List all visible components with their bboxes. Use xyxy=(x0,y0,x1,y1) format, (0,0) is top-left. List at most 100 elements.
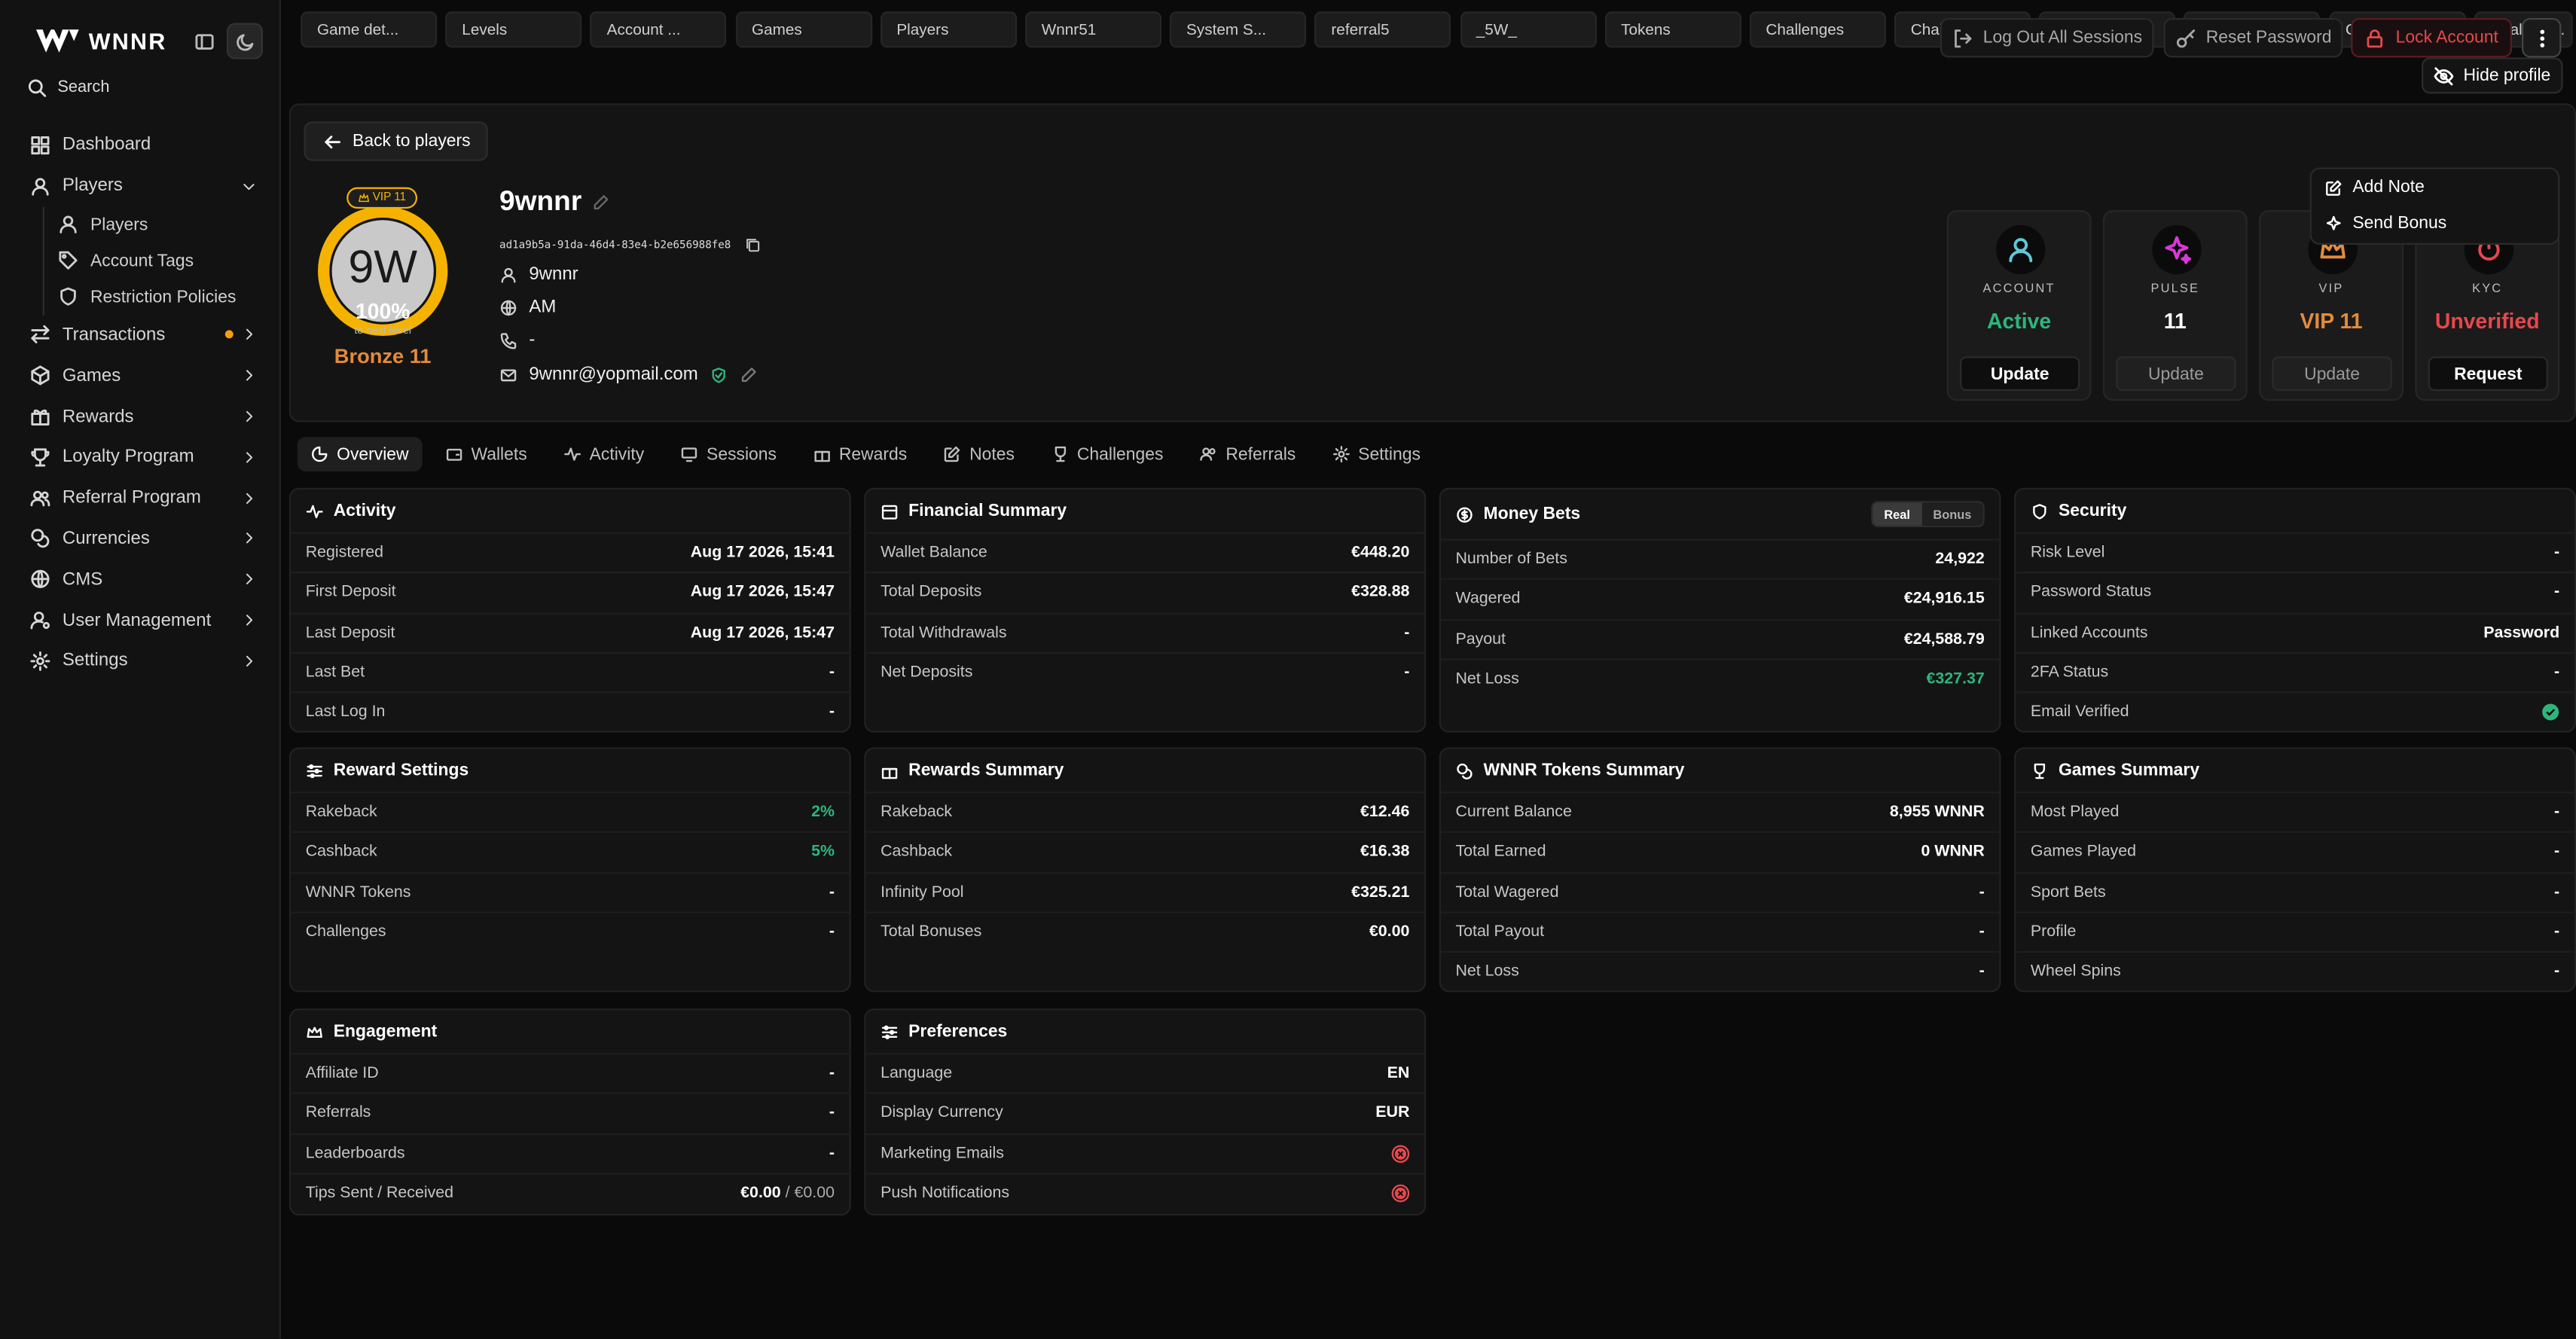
row-label: Net Deposits xyxy=(881,663,973,682)
sidebar-search[interactable]: Search xyxy=(26,78,109,99)
grid-icon xyxy=(31,136,50,154)
tab-notes[interactable]: Notes xyxy=(930,437,1028,471)
sidebar-item-games[interactable]: Games xyxy=(20,355,266,396)
sidebar-item-label: Dashboard xyxy=(62,135,151,155)
back-to-players-button[interactable]: Back to players xyxy=(304,121,488,161)
panel-title: Reward Settings xyxy=(333,760,469,781)
sidebar-item-loyalty-program[interactable]: Loyalty Program xyxy=(20,437,266,477)
tab-sessions[interactable]: Sessions xyxy=(667,437,790,471)
sidebar-subitem-players[interactable]: Players xyxy=(44,206,266,242)
toggle-real[interactable]: Real xyxy=(1872,502,1922,526)
lock-account-button[interactable]: Lock Account xyxy=(2351,17,2512,58)
note-edit-icon xyxy=(2326,179,2342,195)
pulse-update-button[interactable]: Update xyxy=(2116,356,2236,392)
panel-row: Net Loss €327.37 xyxy=(1440,658,2000,698)
sidebar-item-dashboard[interactable]: Dashboard xyxy=(20,125,266,166)
open-tab[interactable]: Games xyxy=(735,11,872,48)
panel-row: Registered Aug 17 2026, 15:41 xyxy=(291,532,850,572)
hide-profile-button[interactable]: Hide profile xyxy=(2421,57,2563,94)
tab-challenges[interactable]: Challenges xyxy=(1038,437,1177,471)
row-label: Last Deposit xyxy=(305,624,395,642)
open-tab[interactable]: Players xyxy=(880,11,1017,48)
open-tab[interactable]: Challenges xyxy=(1749,11,1886,48)
user-icon xyxy=(2009,238,2033,263)
pulse-tile-label: PULSE xyxy=(2150,280,2200,296)
level-progress-percent: 100% xyxy=(355,298,411,324)
toggle-bonus[interactable]: Bonus xyxy=(1921,502,1982,526)
open-tab[interactable]: Account ... xyxy=(590,11,727,48)
phone: - xyxy=(529,330,536,350)
menu-item-add-note[interactable]: Add Note xyxy=(2324,178,2425,197)
panel-row: Last Deposit Aug 17 2026, 15:47 xyxy=(291,612,850,652)
globe-icon xyxy=(31,570,50,589)
row-label: Affiliate ID xyxy=(305,1064,379,1083)
toggle-sidebar-button[interactable] xyxy=(185,23,221,59)
check-circle-icon xyxy=(2542,704,2559,721)
more-actions-menu: Add Note Send Bonus xyxy=(2309,167,2560,245)
tips-separator: / xyxy=(780,1184,795,1203)
tab-wallets[interactable]: Wallets xyxy=(432,437,540,471)
vip-badge: VIP 11 xyxy=(346,187,418,209)
panel-header: Activity xyxy=(291,490,850,532)
pie-chart-icon xyxy=(312,446,328,462)
trophy-icon xyxy=(31,448,50,467)
panel-row: Games Played - xyxy=(2016,831,2574,871)
panel-title: Money Bets xyxy=(1483,504,1581,524)
row-value: €327.37 xyxy=(1926,670,1985,688)
kyc-request-button[interactable]: Request xyxy=(2428,356,2548,392)
pencil-icon[interactable] xyxy=(591,193,609,211)
row-value: - xyxy=(1979,962,1985,981)
tab-overview[interactable]: Overview xyxy=(297,437,423,471)
sidebar-subitem-account-tags[interactable]: Account Tags xyxy=(44,242,266,279)
tab-settings[interactable]: Settings xyxy=(1319,437,1434,471)
open-tab[interactable]: Levels xyxy=(445,11,582,48)
open-tab[interactable]: Tokens xyxy=(1604,11,1741,48)
sidebar-item-players[interactable]: Players xyxy=(20,166,266,206)
theme-toggle-button[interactable] xyxy=(226,23,263,59)
sidebar-item-cms[interactable]: CMS xyxy=(20,559,266,599)
sidebar-item-transactions[interactable]: Transactions xyxy=(20,315,266,355)
row-label: Challenges xyxy=(305,923,386,941)
sidebar-subitem-restriction-policies[interactable]: Restriction Policies xyxy=(44,279,266,315)
open-tab[interactable]: _5W_ xyxy=(1459,11,1596,48)
sidebar-item-label: Currencies xyxy=(62,529,150,549)
tab-rewards[interactable]: Rewards xyxy=(800,437,920,471)
panel-header: Rewards Summary xyxy=(865,749,1424,792)
brand-logo[interactable]: WNNR xyxy=(33,23,167,59)
search-icon xyxy=(28,79,47,97)
sliders-icon xyxy=(881,1024,898,1039)
open-tab[interactable]: Wnnr51 xyxy=(1024,11,1161,48)
account-update-button[interactable]: Update xyxy=(1960,356,2080,392)
tab-label: Rewards xyxy=(838,444,908,465)
sidebar-item-label: Players xyxy=(62,175,123,196)
panel-row: Tips Sent / Received €0.00 / €0.00 xyxy=(291,1173,850,1212)
pulse-icon-wrap xyxy=(2152,224,2202,275)
more-actions-button[interactable] xyxy=(2522,17,2562,58)
open-tab[interactable]: referral5 xyxy=(1314,11,1451,48)
pulse-tile-value: 11 xyxy=(2163,309,2187,334)
sidebar-item-referral-program[interactable]: Referral Program xyxy=(20,477,266,518)
logout-all-sessions-button[interactable]: Log Out All Sessions xyxy=(1940,17,2154,58)
player-uuid: ad1a9b5a-91da-46d4-83e4-b2e656988fe8 xyxy=(499,236,761,253)
sidebar-item-user-management[interactable]: User Management xyxy=(20,599,266,640)
engagement-panel: Engagement Affiliate ID - Referrals - Lead… xyxy=(288,1008,851,1216)
sidebar-item-rewards[interactable]: Rewards xyxy=(20,396,266,437)
vip-tile-value: VIP 11 xyxy=(2300,309,2363,334)
open-tab[interactable]: System S... xyxy=(1170,11,1307,48)
panel-row: Profile - xyxy=(2016,911,2574,951)
copy-icon[interactable] xyxy=(744,236,761,253)
sidebar-item-settings[interactable]: Settings xyxy=(20,641,266,682)
vip-update-button[interactable]: Update xyxy=(2272,356,2392,392)
panel-row: Email Verified xyxy=(2016,691,2574,731)
open-tab[interactable]: Game det... xyxy=(301,11,438,48)
sidebar-item-currencies[interactable]: Currencies xyxy=(20,518,266,559)
menu-item-send-bonus[interactable]: Send Bonus xyxy=(2324,214,2446,233)
reset-password-button[interactable]: Reset Password xyxy=(2163,17,2343,58)
row-value: EUR xyxy=(1375,1104,1410,1123)
pencil-icon[interactable] xyxy=(739,365,757,383)
tab-referrals[interactable]: Referrals xyxy=(1186,437,1309,471)
tab-activity[interactable]: Activity xyxy=(550,437,657,471)
panel-header: Engagement xyxy=(291,1010,850,1053)
shield-check-icon xyxy=(712,367,725,383)
panel-row: Challenges - xyxy=(291,911,850,951)
